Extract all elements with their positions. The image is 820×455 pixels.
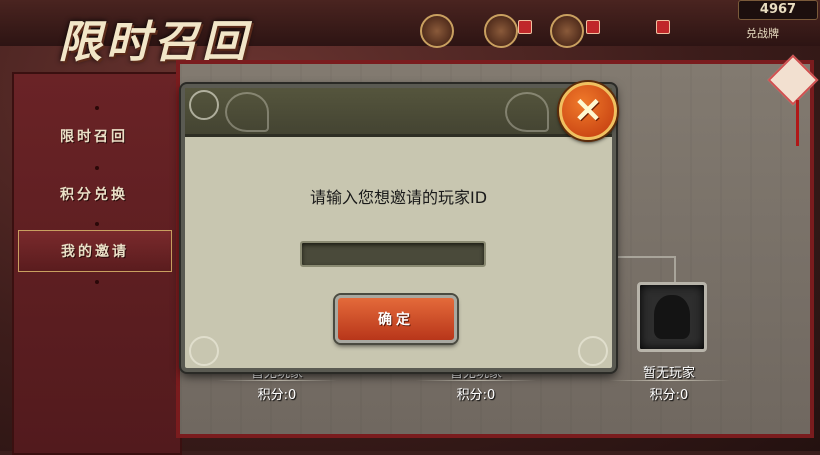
notification-badge xyxy=(586,20,600,34)
sidebar-item-label: 限时召回 xyxy=(60,129,128,145)
notification-badge xyxy=(656,20,670,34)
confirm-button-label: 确定 xyxy=(378,312,414,328)
player-id-input[interactable] xyxy=(300,241,486,267)
player-slot[interactable] xyxy=(637,282,707,352)
player-name: 暂无玩家 xyxy=(642,366,695,381)
dialog-prompt: 请输入您想邀请的玩家ID xyxy=(309,188,488,207)
corner-ornament-icon xyxy=(578,336,608,366)
invite-dialog: 请输入您想邀请的玩家ID 确定 ✕ xyxy=(181,82,617,372)
top-bar: 限时召回 4967 兑战牌 xyxy=(0,0,820,68)
player-score: 积分:0 xyxy=(456,388,496,403)
hero-avatar-icon[interactable] xyxy=(550,14,584,48)
tassel-decoration xyxy=(796,100,799,146)
divider xyxy=(217,380,337,381)
divider-dot xyxy=(95,166,99,170)
sidebar-item-points-exchange[interactable]: 积分兑换 xyxy=(18,174,170,214)
player-silhouette-icon xyxy=(654,295,690,339)
sidebar-item-recall[interactable]: 限时召回 xyxy=(18,116,170,156)
divider-dot xyxy=(95,222,99,226)
hero-avatar-icon[interactable] xyxy=(420,14,454,48)
sidebar-item-label: 积分兑换 xyxy=(60,187,128,203)
divider xyxy=(609,380,729,381)
sidebar-item-label: 我的邀请 xyxy=(61,244,129,260)
currency-display: 4967 xyxy=(738,0,818,20)
divider xyxy=(416,380,536,381)
corner-ornament-icon xyxy=(189,90,219,120)
divider-dot xyxy=(95,106,99,110)
divider-dot xyxy=(95,280,99,284)
sidebar-item-my-invites[interactable]: 我的邀请 xyxy=(18,230,172,272)
confirm-button[interactable]: 确定 xyxy=(335,295,457,343)
player-score: 积分:0 xyxy=(257,388,297,403)
hero-avatar-icon[interactable] xyxy=(484,14,518,48)
sidebar: 限时召回 积分兑换 我的邀请 xyxy=(12,72,182,455)
exchange-label[interactable]: 兑战牌 xyxy=(746,25,779,41)
notification-badge xyxy=(518,20,532,34)
dialog-header xyxy=(185,88,612,137)
corner-ornament-icon xyxy=(189,336,219,366)
close-icon: ✕ xyxy=(573,91,603,131)
cloud-scroll-icon xyxy=(225,92,269,132)
cloud-scroll-icon xyxy=(505,92,549,132)
close-button[interactable]: ✕ xyxy=(559,82,617,140)
player-score: 积分:0 xyxy=(649,388,689,403)
